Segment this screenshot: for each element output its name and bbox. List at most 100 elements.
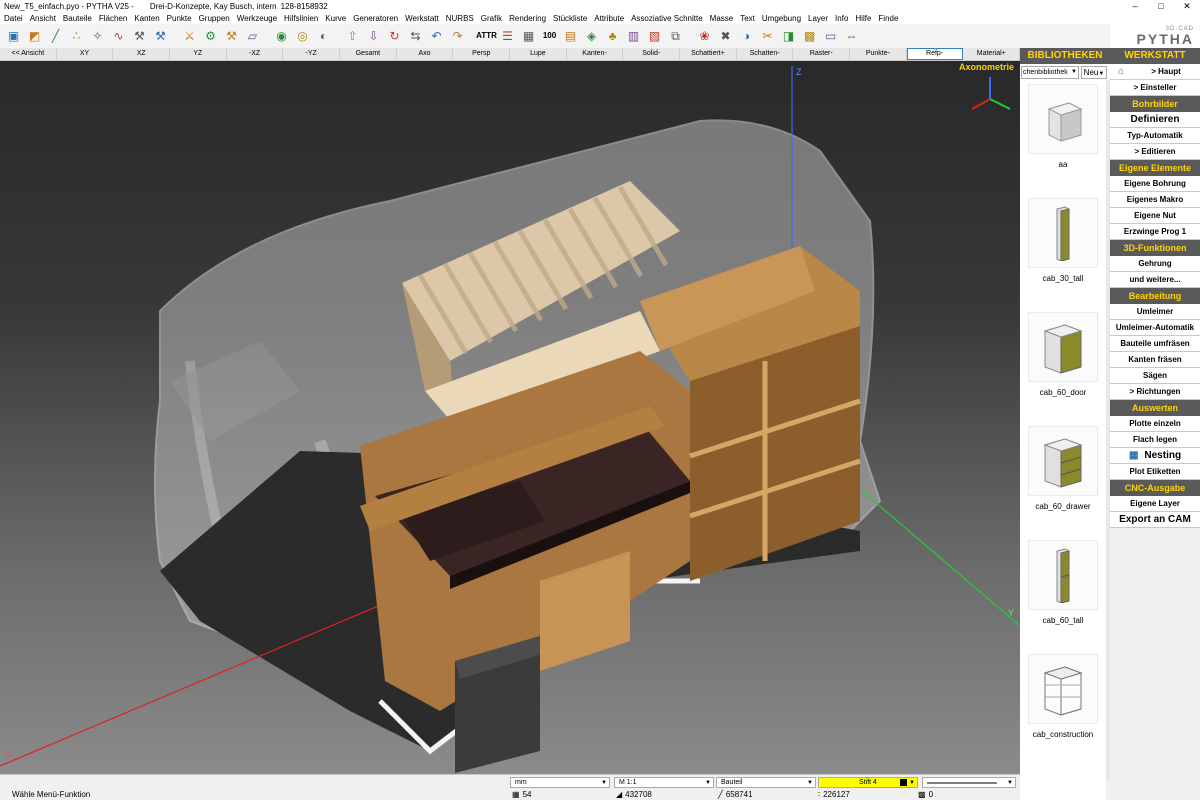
menu-werkstatt[interactable]: Werkstatt bbox=[405, 14, 439, 23]
workshop-haupt-button[interactable]: > Haupt bbox=[1132, 64, 1200, 79]
linetype-select[interactable]: ▼ bbox=[922, 777, 1016, 788]
menu-text[interactable]: Text bbox=[740, 14, 755, 23]
saw-icon[interactable]: ⚔ bbox=[180, 27, 199, 46]
view-button-yz[interactable]: -YZ bbox=[283, 48, 341, 60]
workshop-button-einsteller[interactable]: > Einsteller bbox=[1110, 80, 1200, 96]
mode-select[interactable]: Bauteil ▼ bbox=[716, 777, 816, 788]
view-button-persp[interactable]: Persp bbox=[453, 48, 511, 60]
workshop-button-bauteile-umfräsen[interactable]: Bauteile umfräsen bbox=[1110, 336, 1200, 352]
panel-icon[interactable]: ▥ bbox=[624, 27, 643, 46]
workshop-button-editieren[interactable]: > Editieren bbox=[1110, 144, 1200, 160]
library-item[interactable]: cab_30_tall bbox=[1020, 194, 1106, 308]
menu-flächen[interactable]: Flächen bbox=[99, 14, 127, 23]
layers-icon[interactable]: ◈ bbox=[582, 27, 601, 46]
workshop-button-erzwinge-prog-1[interactable]: Erzwinge Prog 1 bbox=[1110, 224, 1200, 240]
workshop-button-eigene-layer[interactable]: Eigene Layer bbox=[1110, 496, 1200, 512]
view-button-gesamt[interactable]: Gesamt bbox=[340, 48, 397, 60]
scale-select[interactable]: M 1:1 ▼ bbox=[614, 777, 714, 788]
view-button-ansicht[interactable]: << Ansicht bbox=[0, 48, 57, 60]
menu-kurve[interactable]: Kurve bbox=[325, 14, 346, 23]
merge-icon[interactable]: ◨ bbox=[779, 27, 798, 46]
workshop-button-richtungen[interactable]: > Richtungen bbox=[1110, 384, 1200, 400]
view-button-refp[interactable]: Refp- bbox=[906, 48, 964, 60]
workshop-button-typ-automatik[interactable]: Typ-Automatik bbox=[1110, 128, 1200, 144]
workshop-button-eigenes-makro[interactable]: Eigenes Makro bbox=[1110, 192, 1200, 208]
router-icon[interactable]: ⚙ bbox=[201, 27, 220, 46]
menu-datei[interactable]: Datei bbox=[4, 14, 23, 23]
num-icon[interactable]: 100 bbox=[540, 27, 559, 46]
plane-icon[interactable]: ▱ bbox=[243, 27, 262, 46]
stack-icon[interactable]: ▧ bbox=[645, 27, 664, 46]
wrench-icon[interactable]: ⚒ bbox=[151, 27, 170, 46]
menu-nurbs[interactable]: NURBS bbox=[446, 14, 474, 23]
workshop-button-umleimer-automatik[interactable]: Umleimer-Automatik bbox=[1110, 320, 1200, 336]
view-button-axo[interactable]: Axo bbox=[397, 48, 454, 60]
symbol-icon[interactable]: ✧ bbox=[88, 27, 107, 46]
view-button-raster[interactable]: Raster- bbox=[793, 48, 851, 60]
view-button-xz[interactable]: -XZ bbox=[227, 48, 284, 60]
list-icon[interactable]: ☰ bbox=[498, 27, 517, 46]
menu-finde[interactable]: Finde bbox=[878, 14, 898, 23]
boolean-icon[interactable]: ◑ bbox=[737, 27, 756, 46]
workshop-button-plotte-einzeln[interactable]: Plotte einzeln bbox=[1110, 416, 1200, 432]
menu-hilfslinien[interactable]: Hilfslinien bbox=[284, 14, 318, 23]
view-button-yz[interactable]: YZ bbox=[170, 48, 227, 60]
menu-werkzeuge[interactable]: Werkzeuge bbox=[237, 14, 277, 23]
cube-icon[interactable]: ▣ bbox=[4, 27, 23, 46]
view-button-schattiert[interactable]: Schattiert+ bbox=[680, 48, 737, 60]
view-button-schatten[interactable]: Schatten- bbox=[737, 48, 794, 60]
menu-stückliste[interactable]: Stückliste bbox=[553, 14, 587, 23]
workshop-button-gehrung[interactable]: Gehrung bbox=[1110, 256, 1200, 272]
dims-icon[interactable]: ⇔ bbox=[842, 27, 861, 46]
menu-bauteile[interactable]: Bauteile bbox=[63, 14, 92, 23]
extrude-icon[interactable]: ◩ bbox=[25, 27, 44, 46]
pen-select[interactable]: Stift 4 ▼ bbox=[818, 777, 918, 788]
menu-grafik[interactable]: Grafik bbox=[481, 14, 502, 23]
workshop-button-umleimer[interactable]: Umleimer bbox=[1110, 304, 1200, 320]
home-icon[interactable]: ⌂ bbox=[1110, 64, 1132, 79]
hammer-icon[interactable]: ⚒ bbox=[130, 27, 149, 46]
workshop-button-und-weitere[interactable]: und weitere... bbox=[1110, 272, 1200, 288]
cut-icon[interactable]: ✂ bbox=[758, 27, 777, 46]
undo-icon[interactable]: ↶ bbox=[427, 27, 446, 46]
maximize-button[interactable]: □ bbox=[1148, 0, 1174, 12]
library-item[interactable]: aa bbox=[1020, 80, 1106, 194]
workshop-button-nesting[interactable]: ▦ Nesting bbox=[1110, 448, 1200, 464]
menu-attribute[interactable]: Attribute bbox=[594, 14, 624, 23]
view-button-kanten[interactable]: Kanten- bbox=[567, 48, 624, 60]
mirror-icon[interactable]: ⇆ bbox=[406, 27, 425, 46]
render-icon[interactable]: ◐ bbox=[314, 27, 333, 46]
eye-icon[interactable]: ◎ bbox=[293, 27, 312, 46]
drill-icon[interactable]: ⚒ bbox=[222, 27, 241, 46]
edge-icon[interactable]: ▭ bbox=[821, 27, 840, 46]
menu-masse[interactable]: Masse bbox=[710, 14, 734, 23]
menu-kanten[interactable]: Kanten bbox=[134, 14, 159, 23]
workshop-button-eigene-bohrung[interactable]: Eigene Bohrung bbox=[1110, 176, 1200, 192]
workshop-button-sägen[interactable]: Sägen bbox=[1110, 368, 1200, 384]
attr-icon[interactable]: ATTR bbox=[476, 27, 497, 46]
download-icon[interactable]: ⇩ bbox=[364, 27, 383, 46]
workshop-button-plot-etiketten[interactable]: Plot Etiketten bbox=[1110, 464, 1200, 480]
workshop-button-flach-legen[interactable]: Flach legen bbox=[1110, 432, 1200, 448]
library-new-button[interactable]: Neu▼ bbox=[1081, 65, 1107, 79]
3d-viewport[interactable]: Z X Y Axonometrie bbox=[0, 61, 1020, 774]
menu-punkte[interactable]: Punkte bbox=[167, 14, 192, 23]
camera-icon[interactable]: ◉ bbox=[272, 27, 291, 46]
unit-select[interactable]: mm ▼ bbox=[510, 777, 610, 788]
view-button-lupe[interactable]: Lupe bbox=[510, 48, 567, 60]
rotate-icon[interactable]: ↻ bbox=[385, 27, 404, 46]
sheet-icon[interactable]: ▤ bbox=[561, 27, 580, 46]
delete-icon[interactable]: ✖ bbox=[716, 27, 735, 46]
menu-assoziative-schnitte[interactable]: Assoziative Schnitte bbox=[631, 14, 703, 23]
library-item[interactable]: cab_60_door bbox=[1020, 308, 1106, 422]
menu-gruppen[interactable]: Gruppen bbox=[199, 14, 230, 23]
upload-icon[interactable]: ⇧ bbox=[343, 27, 362, 46]
view-button-material[interactable]: Material+ bbox=[963, 48, 1021, 60]
menu-umgebung[interactable]: Umgebung bbox=[762, 14, 801, 23]
menu-rendering[interactable]: Rendering bbox=[509, 14, 546, 23]
color-icon[interactable]: ❀ bbox=[695, 27, 714, 46]
view-button-xz[interactable]: XZ bbox=[113, 48, 171, 60]
workshop-button-export-an-cam[interactable]: Export an CAM bbox=[1110, 512, 1200, 528]
menu-generatoren[interactable]: Generatoren bbox=[353, 14, 398, 23]
curve-icon[interactable]: ∿ bbox=[109, 27, 128, 46]
